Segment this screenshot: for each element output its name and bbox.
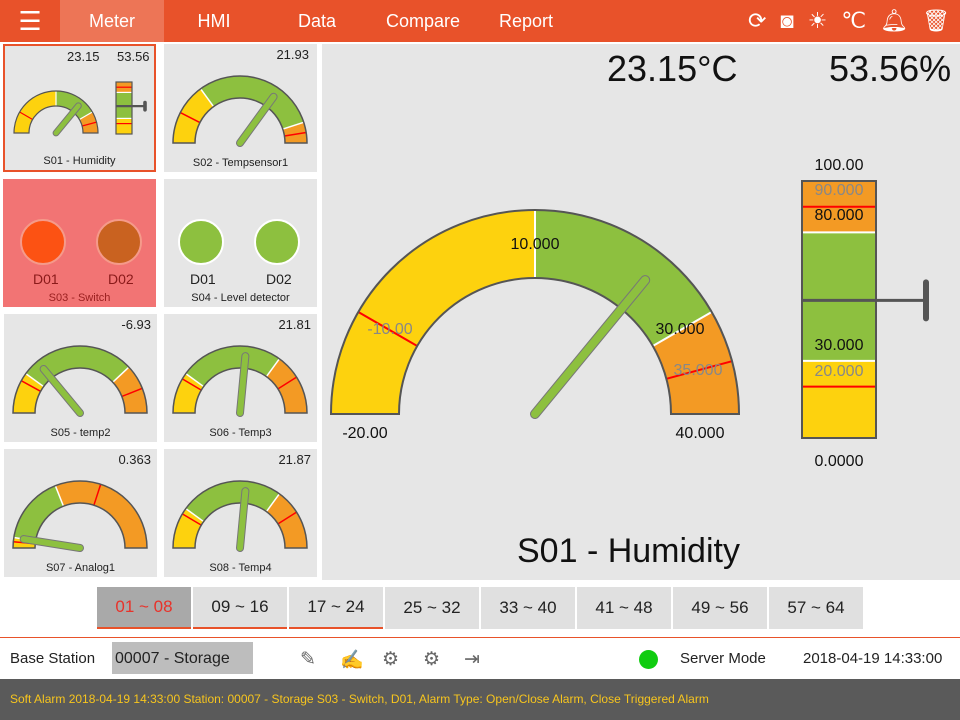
tab-compare[interactable]: Compare bbox=[370, 0, 476, 42]
needle bbox=[531, 276, 650, 418]
needle bbox=[40, 366, 83, 416]
tile-label: S08 - Temp4 bbox=[209, 562, 272, 574]
bar-zone-label: 80.000 bbox=[815, 207, 864, 224]
meter-tile-s06[interactable]: 21.81 S06 - Temp3 bbox=[164, 314, 317, 442]
page-button[interactable]: 33 ~ 40 bbox=[481, 587, 575, 629]
needle bbox=[53, 103, 81, 136]
gauge bbox=[12, 480, 148, 552]
needle bbox=[237, 93, 277, 146]
tile-label: S04 - Level detector bbox=[191, 292, 290, 304]
tab-report[interactable]: Report bbox=[476, 0, 576, 42]
gauge bbox=[12, 345, 148, 417]
green-zone bbox=[185, 346, 280, 387]
indicator-d01 bbox=[20, 219, 66, 265]
page-selector: 01 ~ 08 09 ~ 16 17 ~ 24 25 ~ 32 33 ~ 40 … bbox=[97, 587, 863, 629]
gauge-alarm-label: 35.000 bbox=[674, 362, 723, 379]
tab-meter[interactable]: Meter bbox=[60, 0, 164, 42]
page-button[interactable]: 01 ~ 08 bbox=[97, 587, 191, 629]
gear-settings-icon[interactable]: ⚙ bbox=[423, 648, 440, 671]
meter-tile-s04[interactable]: D01 D02 S04 - Level detector bbox=[164, 179, 317, 307]
server-mode-label: Server Mode bbox=[680, 650, 766, 667]
tab-hmi[interactable]: HMI bbox=[164, 0, 264, 42]
base-station-label: Base Station bbox=[10, 650, 96, 667]
tile-label: S02 - Tempsensor1 bbox=[192, 157, 289, 169]
indicator-d02 bbox=[254, 219, 300, 265]
bar-min-label: 0.0000 bbox=[815, 453, 864, 470]
alarm-message: Soft Alarm 2018-04-19 14:33:00 Station: … bbox=[10, 692, 709, 706]
datetime: 2018-04-19 14:33:00 bbox=[803, 650, 943, 667]
celsius-icon[interactable]: ℃ bbox=[841, 8, 866, 34]
yellow-zone bbox=[116, 118, 132, 134]
orange-zone bbox=[55, 481, 147, 548]
main-meter-panel: 23.15°C 53.56% -20.00 40.000 10.000 30.000-… bbox=[322, 44, 960, 580]
edit-pencil-icon[interactable]: ✎ bbox=[300, 648, 316, 671]
meter-tile-s01[interactable]: 23.15 53.56 S01 - Humidity bbox=[3, 44, 156, 172]
gauge-max-label: 40.000 bbox=[676, 425, 725, 442]
page-button[interactable]: 41 ~ 48 bbox=[577, 587, 671, 629]
base-station-select[interactable]: 00007 - Storage bbox=[112, 642, 253, 674]
gear-icon[interactable]: ⚙ bbox=[382, 648, 399, 671]
bar-zone-label: 30.000 bbox=[815, 337, 864, 354]
alarm-bell-icon[interactable]: 🔔︎ bbox=[880, 8, 908, 34]
tile-label: S07 - Analog1 bbox=[45, 562, 116, 574]
camera-icon[interactable]: ◙ bbox=[780, 8, 793, 34]
tile-label: S03 - Switch bbox=[48, 292, 111, 304]
indicator-d01 bbox=[178, 219, 224, 265]
gauge bbox=[172, 345, 308, 417]
green-zone bbox=[13, 485, 64, 541]
tile-label: S06 - Temp3 bbox=[209, 427, 272, 439]
indicator-label: D02 bbox=[266, 271, 292, 287]
page-button[interactable]: 57 ~ 64 bbox=[769, 587, 863, 629]
main-meter-title: S01 - Humidity bbox=[517, 532, 740, 570]
top-nav-bar: ☰ Meter HMI Data Compare Report ⟳ ◙ ☀ ℃ … bbox=[0, 0, 960, 42]
connection-status-dot bbox=[639, 650, 658, 669]
bar-alarm-label: 20.000 bbox=[815, 363, 864, 380]
sync-icon[interactable]: ⟳ bbox=[748, 8, 766, 34]
alarm-status-bar: Soft Alarm 2018-04-19 14:33:00 Station: … bbox=[0, 679, 960, 720]
meter-tile-s05[interactable]: -6.93 S05 - temp2 bbox=[4, 314, 157, 442]
page-button[interactable]: 09 ~ 16 bbox=[193, 587, 287, 629]
page-button[interactable]: 25 ~ 32 bbox=[385, 587, 479, 629]
meter-tile-s08[interactable]: 21.87 S08 - Temp4 bbox=[164, 449, 317, 577]
gauge bbox=[172, 480, 308, 552]
green-zone bbox=[185, 481, 280, 522]
divider bbox=[0, 637, 960, 638]
gauge bbox=[172, 75, 308, 147]
hamburger-menu-icon[interactable]: ☰ bbox=[0, 0, 60, 42]
gauge-alarm-label: -10.00 bbox=[367, 321, 412, 338]
tab-data[interactable]: Data bbox=[264, 0, 370, 42]
indicator-label: D01 bbox=[33, 271, 59, 287]
indicator-label: D01 bbox=[190, 271, 216, 287]
edit-form-icon[interactable]: ✍ bbox=[340, 648, 364, 672]
trash-icon[interactable]: 🗑︎ bbox=[922, 8, 950, 34]
main-gauge: -20.00 40.000 10.000 30.000 -10.00 35.000 100.… bbox=[329, 157, 929, 470]
tile-label: S01 - Humidity bbox=[43, 155, 116, 167]
page-button[interactable]: 49 ~ 56 bbox=[673, 587, 767, 629]
meter-tile-s07[interactable]: 0.363 S07 - Analog1 bbox=[4, 449, 157, 577]
gauge-zone-label: 30.000 bbox=[656, 321, 705, 338]
gauge-min-label: -20.00 bbox=[342, 425, 387, 442]
meter-tile-s02[interactable]: 21.93 S02 - Tempsensor1 bbox=[164, 44, 317, 172]
brightness-icon[interactable]: ☀ bbox=[808, 8, 828, 34]
indicator-label: D02 bbox=[108, 271, 134, 287]
page-button[interactable]: 17 ~ 24 bbox=[289, 587, 383, 629]
bottom-toolbar: Base Station 00007 - Storage ✎ ✍ ⚙ ⚙ ⇥ S… bbox=[0, 640, 960, 678]
tile-label: S05 - temp2 bbox=[50, 427, 111, 439]
yellow-zone bbox=[331, 210, 535, 414]
indicator-d02 bbox=[96, 219, 142, 265]
bar-alarm-label: 90.000 bbox=[815, 182, 864, 199]
login-arrow-icon[interactable]: ⇥ bbox=[464, 648, 480, 671]
bar-max-label: 100.00 bbox=[815, 157, 864, 174]
meter-tile-s03[interactable]: D01 D02 S03 - Switch bbox=[3, 179, 156, 307]
gauge-zone-label: 10.000 bbox=[511, 236, 560, 253]
